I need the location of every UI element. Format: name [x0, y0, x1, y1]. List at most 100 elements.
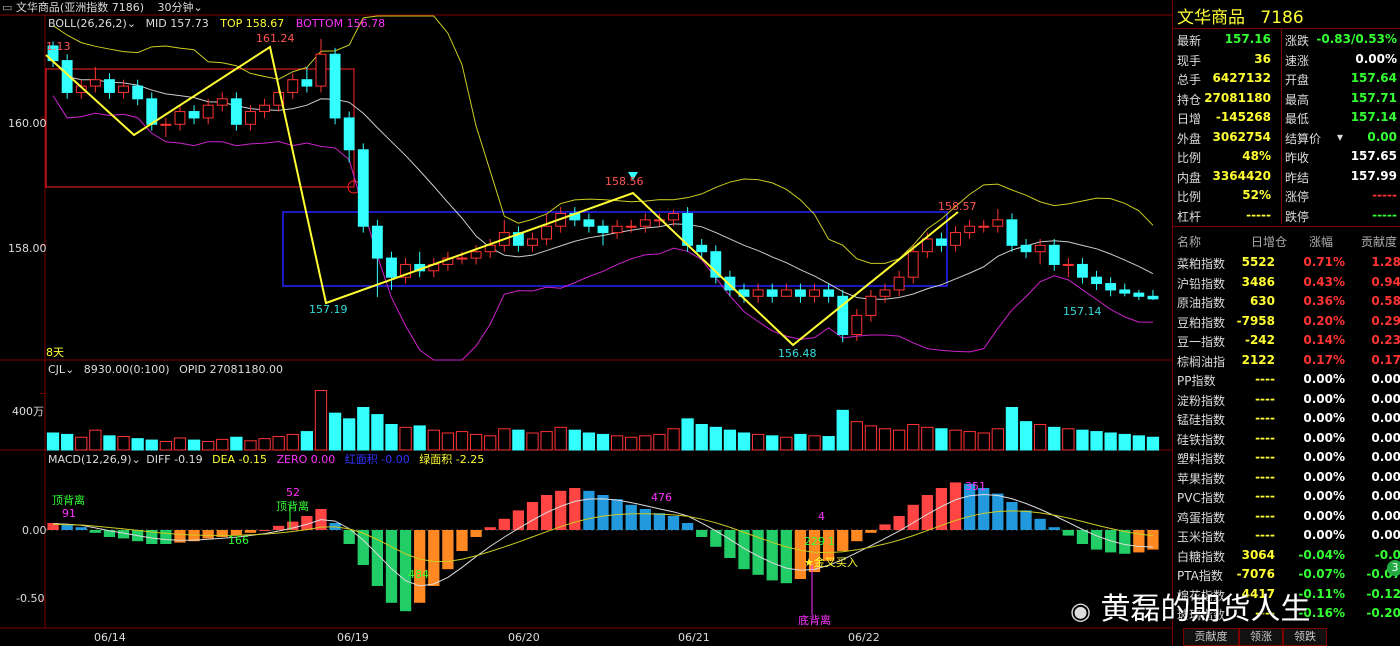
volume-tick: 400万 [12, 405, 44, 418]
index-row[interactable]: 沪铅指数 3486 0.43% 0.94 [1177, 273, 1400, 292]
tab-leading-up[interactable]: 领涨 [1239, 628, 1283, 646]
macd-bar [273, 525, 285, 530]
days-label: 8天 [46, 346, 64, 359]
index-row[interactable]: 硅铁指数 ---- 0.00% 0.00 [1177, 429, 1400, 448]
macd-bar [216, 530, 228, 537]
candle-body [978, 225, 990, 228]
boll-legend: BOLL(26,26,2)⌄ MID 157.73 TOP 158.67 BOT… [48, 17, 385, 30]
candle-body [780, 289, 792, 297]
index-chg: 0.14% [1303, 333, 1345, 347]
candle-body [851, 314, 863, 336]
index-row[interactable]: 锰硅指数 ---- 0.00% 0.00 [1177, 409, 1400, 428]
tab-leading-down[interactable]: 领跌 [1283, 628, 1327, 646]
column-header[interactable]: 涨幅 [1309, 233, 1333, 250]
index-row[interactable]: PVC指数 ---- 0.00% 0.00 [1177, 487, 1400, 506]
candle-body [527, 238, 538, 246]
index-row[interactable]: 淀粉指数 ---- 0.00% 0.00 [1177, 390, 1400, 409]
chart-title-bar: ▭ 文华商品(亚洲指数 7186) 30分钟⌄ [2, 1, 203, 14]
volume-bar [1090, 431, 1103, 451]
index-chg: 0.43% [1303, 274, 1345, 289]
boll-label[interactable]: BOLL(26,26,2) [48, 17, 127, 30]
index-chg: 0.00% [1303, 411, 1345, 425]
quote-value: -145268 [1215, 110, 1271, 124]
column-header[interactable]: 日增仓 [1251, 233, 1287, 250]
index-row[interactable]: 原油指数 630 0.36% 0.58 [1177, 292, 1400, 311]
macd-bar [667, 516, 680, 530]
candle-body [541, 225, 553, 240]
index-con: 0.00 [1371, 450, 1400, 464]
candle-body [1133, 292, 1145, 297]
quote-label: 比例 [1177, 190, 1202, 204]
quote-label: 最新 [1177, 34, 1202, 48]
index-row[interactable]: 玉米指数 ---- 0.00% 0.00 [1177, 526, 1400, 545]
index-inc: ---- [1255, 508, 1275, 523]
macd-bar [696, 530, 708, 537]
index-inc: ---- [1255, 391, 1275, 406]
index-row[interactable]: 棕榈油指 2122 0.17% 0.17 [1177, 351, 1400, 370]
index-row[interactable]: 豆一指数 -242 0.14% 0.23 [1177, 331, 1400, 350]
chart-canvas[interactable] [0, 0, 1172, 645]
tab-contribution[interactable]: 贡献度 [1183, 628, 1239, 646]
macd-zero: ZERO 0.00 [276, 453, 336, 466]
index-row[interactable]: 苹果指数 ---- 0.00% 0.00 [1177, 468, 1400, 487]
boll-top: TOP 158.67 [220, 17, 285, 30]
volume-bar [187, 439, 201, 451]
instrument-name: 文华商品(亚洲指数 7186) [15, 1, 144, 14]
index-chg: -0.07% [1298, 567, 1345, 581]
candle-body [160, 123, 172, 126]
macd-bar [949, 482, 962, 530]
volume-bar [512, 429, 525, 451]
volume-bar [1019, 421, 1033, 451]
index-row[interactable]: PP指数 ---- 0.00% 0.00 [1177, 370, 1400, 389]
quote-title: 文华商品 7186 [1177, 3, 1304, 28]
macd-bar [724, 530, 736, 558]
macd-note-91: 91 [62, 507, 76, 520]
candle-body [89, 79, 101, 87]
candle-body [470, 251, 482, 259]
candle-body [921, 238, 933, 253]
chart-area[interactable]: ▭ 文华商品(亚洲指数 7186) 30分钟⌄ BOLL(26,26,2)⌄ M… [0, 0, 1172, 645]
macd-bar [160, 530, 172, 544]
macd-bar [653, 513, 666, 530]
candle-body [216, 98, 228, 106]
candle-body [245, 111, 256, 125]
scroll-marker-icon[interactable]: 3 [1387, 560, 1400, 576]
chevron-down-icon[interactable]: ⌄ [193, 1, 202, 14]
chevron-down-icon[interactable]: ⌄ [132, 453, 141, 466]
index-row[interactable]: 白糖指数 3064 -0.04% -0.0 [1177, 546, 1400, 565]
volume-bar [469, 433, 483, 451]
volume-bar [991, 428, 1004, 451]
volume-bar [314, 390, 328, 451]
macd-bar [526, 502, 539, 530]
date-label: 06/20 [508, 631, 540, 644]
index-name: 棕榈油指 [1177, 354, 1226, 369]
macd-bar [879, 524, 891, 530]
cjl-label[interactable]: CJL [48, 363, 65, 376]
column-header[interactable]: 贡献度 [1361, 233, 1397, 250]
index-row[interactable]: 鸡蛋指数 ---- 0.00% 0.00 [1177, 507, 1400, 526]
candle-body [639, 219, 651, 227]
menu-icon[interactable]: ▭ [2, 1, 12, 14]
index-con: -0.20 [1366, 606, 1400, 620]
macd-bar [639, 509, 651, 530]
candle-body [371, 225, 383, 259]
volume-bar [498, 428, 511, 451]
macd-label[interactable]: MACD(12,26,9) [48, 453, 132, 466]
macd-note-52: 52 [286, 486, 300, 499]
index-row[interactable]: 菜粕指数 5522 0.71% 1.28 [1177, 253, 1400, 272]
index-row[interactable]: 豆粕指数 -7958 0.20% 0.29 [1177, 312, 1400, 331]
index-row[interactable]: PTA指数 -7076 -0.07% -0.07 [1177, 565, 1400, 584]
index-chg: 0.36% [1303, 294, 1345, 308]
chevron-down-icon[interactable]: ▾ [1337, 130, 1343, 144]
chevron-down-icon[interactable]: ⌄ [65, 363, 74, 376]
volume-bar [963, 431, 976, 451]
boll-bottom: BOTTOM 156.78 [295, 17, 386, 30]
column-header[interactable]: 名称 [1177, 233, 1201, 250]
macd-note-1: 1 [828, 535, 835, 548]
macd-bar [498, 518, 510, 530]
chevron-down-icon[interactable]: ⌄ [127, 17, 136, 30]
quote-value: 157.71 [1350, 90, 1397, 105]
period-selector[interactable]: 30分钟 [157, 1, 193, 14]
divider [1173, 28, 1400, 29]
index-row[interactable]: 塑料指数 ---- 0.00% 0.00 [1177, 448, 1400, 467]
